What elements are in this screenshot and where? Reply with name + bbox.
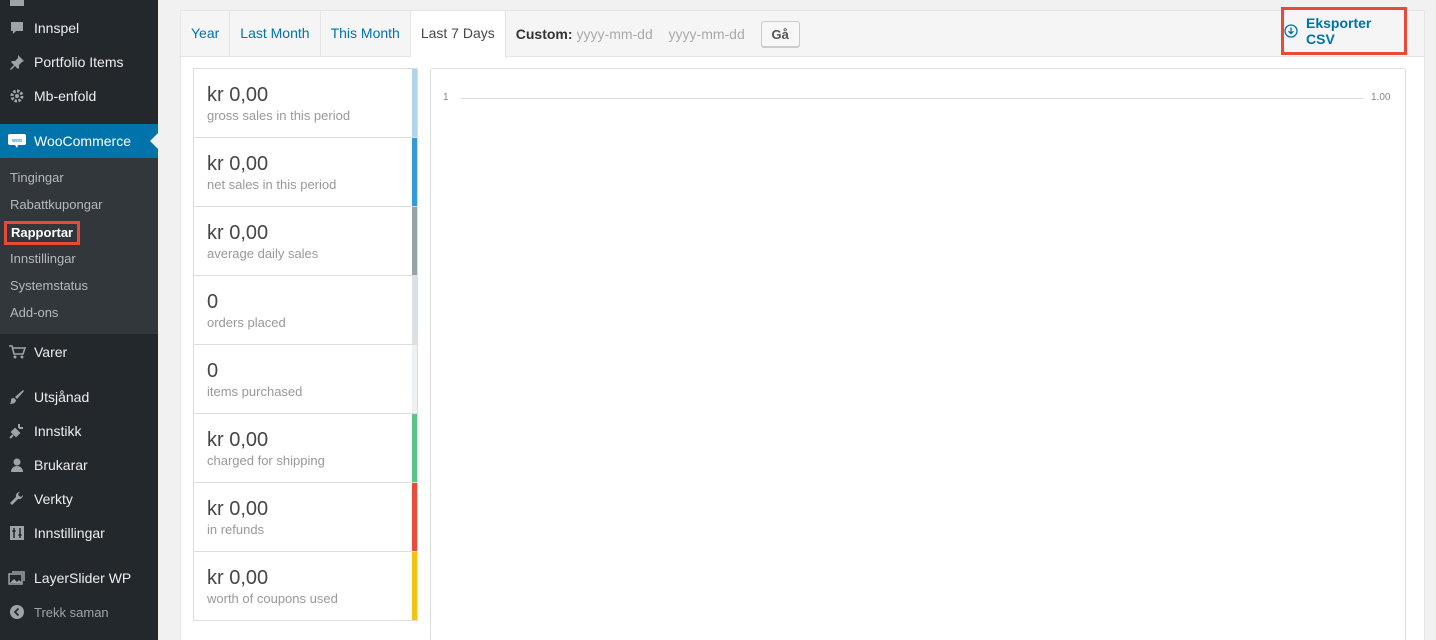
legend-color-bar xyxy=(412,207,417,275)
start-date-input[interactable] xyxy=(576,26,659,42)
download-icon xyxy=(1284,24,1298,38)
legend-color-bar xyxy=(412,483,417,551)
menu-label: Innspel xyxy=(34,20,80,36)
comment-icon xyxy=(0,20,34,36)
tab-year[interactable]: Year xyxy=(181,11,231,57)
legend-item[interactable]: kr 0,00 in refunds xyxy=(194,483,417,552)
export-csv-button[interactable]: Eksporter CSV xyxy=(1281,7,1407,55)
legend-description: gross sales in this period xyxy=(207,108,351,123)
cart-icon xyxy=(0,344,34,360)
legend-description: in refunds xyxy=(207,522,265,537)
menu-label: Verkty xyxy=(34,491,73,507)
submenu-rabattkupongar[interactable]: Rabattkupongar xyxy=(10,195,103,215)
legend-color-bar xyxy=(412,552,417,620)
legend-color-bar xyxy=(412,414,417,482)
report-legend: kr 0,00 gross sales in this period kr 0,00… xyxy=(193,68,418,621)
chart-right-tick: 1.00 xyxy=(1371,92,1391,103)
menu-label: Varer xyxy=(34,344,68,360)
menu-item-portfolio[interactable]: Portfolio Items xyxy=(0,45,158,79)
legend-value: kr 0,00 xyxy=(207,222,269,244)
menu-item-innspel[interactable]: Innspel xyxy=(0,11,158,45)
legend-color-bar xyxy=(412,138,417,206)
woo-icon: woo xyxy=(0,134,34,148)
tab-last-7-days[interactable]: Last 7 Days xyxy=(410,11,506,58)
go-button[interactable]: Gå xyxy=(760,21,800,47)
legend-item[interactable]: kr 0,00 charged for shipping xyxy=(194,414,417,483)
legend-description: net sales in this period xyxy=(207,177,337,192)
legend-color-bar xyxy=(412,69,417,137)
menu-label: WooCommerce xyxy=(34,133,131,149)
collapse-menu-button[interactable]: Trekk saman xyxy=(0,595,158,629)
woocommerce-submenu: Tingingar Rabattkupongar Rapportar Innst… xyxy=(0,158,158,334)
legend-value: kr 0,00 xyxy=(207,153,269,175)
collapse-label: Trekk saman xyxy=(34,604,109,620)
export-csv-label: Eksporter CSV xyxy=(1306,15,1372,47)
legend-value: kr 0,00 xyxy=(207,84,269,106)
legend-item[interactable]: 0 orders placed xyxy=(194,276,417,345)
menu-item-mb-enfold[interactable]: Mb-enfold xyxy=(0,79,158,113)
menu-label: Mb-enfold xyxy=(34,88,97,104)
user-icon xyxy=(0,457,34,473)
legend-description: average daily sales xyxy=(207,246,319,261)
submenu-rapportar[interactable]: Rapportar xyxy=(4,221,81,245)
menu-item-layerslider[interactable]: LayerSlider WP xyxy=(0,561,158,595)
chart-left-tick: 1 xyxy=(443,92,449,103)
tab-last-month[interactable]: Last Month xyxy=(230,11,321,57)
end-date-input[interactable] xyxy=(668,26,751,42)
menu-item-innstikk[interactable]: Innstikk xyxy=(0,414,158,448)
legend-item[interactable]: kr 0,00 average daily sales xyxy=(194,207,417,276)
pin-icon xyxy=(0,54,34,70)
legend-color-bar xyxy=(412,345,417,413)
menu-label: LayerSlider WP xyxy=(34,570,132,586)
layers-icon xyxy=(0,570,34,586)
menu-item-utsjanad[interactable]: Utsjånad xyxy=(0,380,158,414)
gear-icon xyxy=(0,88,34,104)
submenu-systemstatus[interactable]: Systemstatus xyxy=(10,276,88,296)
menu-label: Innstikk xyxy=(34,423,82,439)
legend-description: orders placed xyxy=(207,315,286,330)
menu-label: Utsjånad xyxy=(34,389,90,405)
plug-icon xyxy=(0,423,34,439)
menu-item-innstillingar[interactable]: Innstillingar xyxy=(0,516,158,550)
legend-value: kr 0,00 xyxy=(207,567,269,589)
legend-value: 0 xyxy=(207,291,219,313)
date-range-tabs: Year Last Month This Month Last 7 Days C… xyxy=(181,11,1424,58)
legend-value: kr 0,00 xyxy=(207,498,269,520)
sales-chart: 1 1.00 xyxy=(430,68,1406,640)
legend-item[interactable]: kr 0,00 net sales in this period xyxy=(194,138,417,207)
wrench-icon xyxy=(0,491,34,507)
custom-range: Custom: Gå xyxy=(506,11,800,57)
menu-item-varer[interactable]: Varer xyxy=(0,335,158,369)
menu-item-verkty[interactable]: Verkty xyxy=(0,482,158,516)
chart-baseline xyxy=(461,98,1364,99)
menu-icon-fragment xyxy=(10,0,24,6)
settings-icon xyxy=(0,525,34,541)
legend-item[interactable]: 0 items purchased xyxy=(194,345,417,414)
custom-label: Custom: xyxy=(515,26,573,42)
legend-item[interactable]: kr 0,00 gross sales in this period xyxy=(194,69,417,138)
submenu-innstillingar[interactable]: Innstillingar xyxy=(10,249,76,269)
admin-sidebar: Innspel Portfolio Items Mb-enfold woo Wo… xyxy=(0,0,158,640)
menu-label: Portfolio Items xyxy=(34,54,124,70)
svg-text:woo: woo xyxy=(12,138,22,144)
legend-description: worth of coupons used xyxy=(207,591,338,606)
menu-item-brukarar[interactable]: Brukarar xyxy=(0,448,158,482)
tab-this-month[interactable]: This Month xyxy=(321,11,411,57)
collapse-icon xyxy=(0,604,34,620)
menu-item-woocommerce[interactable]: woo WooCommerce xyxy=(0,124,158,158)
reports-panel: Year Last Month This Month Last 7 Days C… xyxy=(180,7,1425,640)
legend-item[interactable]: kr 0,00 worth of coupons used xyxy=(194,552,417,621)
menu-label: Brukarar xyxy=(34,457,88,473)
submenu-tingingar[interactable]: Tingingar xyxy=(10,168,64,188)
legend-description: charged for shipping xyxy=(207,453,325,468)
submenu-add-ons[interactable]: Add-ons xyxy=(10,303,58,323)
brush-icon xyxy=(0,389,34,405)
legend-value: 0 xyxy=(207,360,219,382)
legend-color-bar xyxy=(412,276,417,344)
legend-description: items purchased xyxy=(207,384,303,399)
legend-value: kr 0,00 xyxy=(207,429,269,451)
menu-label: Innstillingar xyxy=(34,525,105,541)
